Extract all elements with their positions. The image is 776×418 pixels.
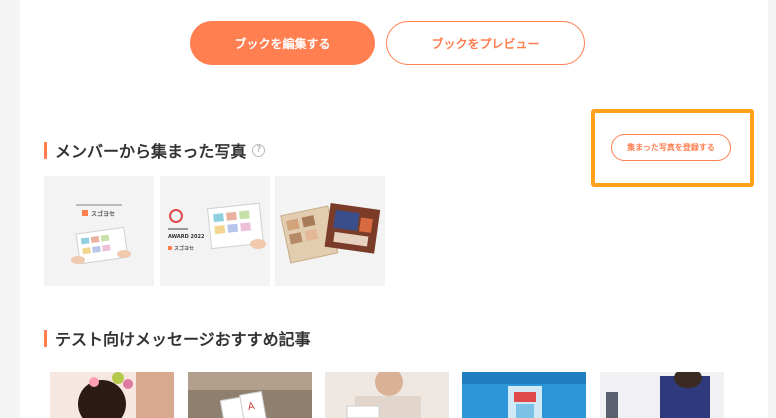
article-2-image: A: [188, 372, 312, 418]
member-photos-heading: メンバーから集まった写真 ?: [44, 138, 266, 162]
article-card-5[interactable]: [600, 372, 724, 418]
help-icon[interactable]: ?: [252, 143, 266, 157]
main-panel: ブックを編集する ブックをプレビュー メンバーから集まった写真 ? 集まった写真…: [20, 0, 768, 418]
article-1-image: [50, 372, 174, 418]
preview-book-button[interactable]: ブックをプレビュー: [386, 21, 585, 65]
member-photo-2[interactable]: AWARD 2022 スゴヨセ: [160, 176, 270, 286]
article-card-4[interactable]: [462, 372, 586, 418]
edit-book-button[interactable]: ブックを編集する: [190, 21, 375, 65]
photo-2-award: AWARD 2022: [168, 234, 205, 240]
member-photo-1[interactable]: スゴヨセ: [44, 176, 154, 286]
article-3-image: [325, 372, 449, 418]
article-4-image: [462, 372, 586, 418]
article-5-image: [600, 372, 724, 418]
article-card-1[interactable]: [50, 372, 174, 418]
photo-1-image: スゴヨセ: [44, 176, 154, 286]
heading-accent-bar: [44, 141, 47, 159]
articles-title: テスト向けメッセージおすすめ記事: [55, 330, 311, 349]
member-photos-title: メンバーから集まった写真: [55, 142, 247, 161]
article-card-3[interactable]: [325, 372, 449, 418]
photo-3-image: [275, 176, 385, 286]
article-card-2[interactable]: A: [188, 372, 312, 418]
heading-accent-bar: [44, 329, 47, 347]
member-photo-3[interactable]: [275, 176, 385, 286]
photo-2-image: AWARD 2022 スゴヨセ: [160, 176, 270, 286]
register-photos-button[interactable]: 集まった写真を登録する: [611, 134, 731, 161]
articles-heading: テスト向けメッセージおすすめ記事: [44, 326, 311, 350]
photo-2-brand: スゴヨセ: [174, 245, 194, 252]
photo-1-brand: スゴヨセ: [91, 210, 115, 218]
